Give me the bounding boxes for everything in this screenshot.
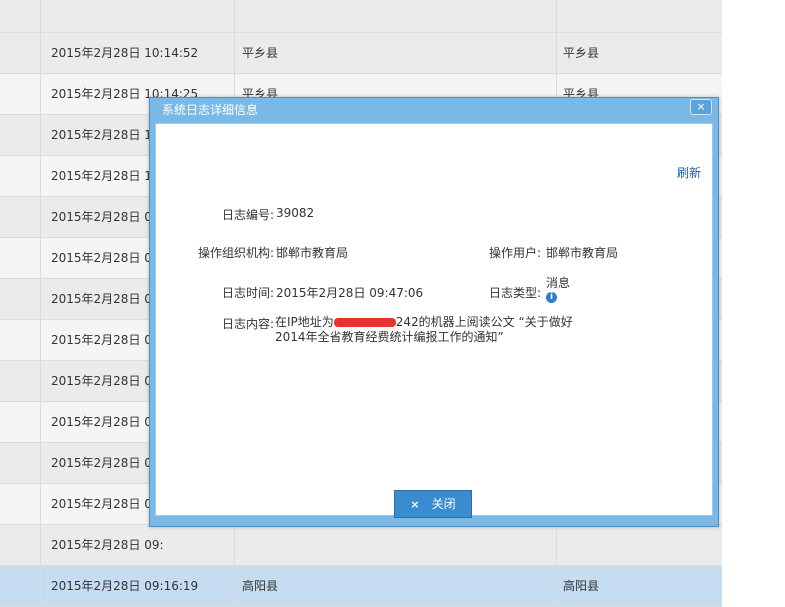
cell-time: 2015年2月28日 09:16:19	[40, 566, 234, 606]
close-button[interactable]: × 关闭	[394, 490, 472, 518]
dialog-titlebar[interactable]: 系统日志详细信息 ×	[150, 98, 718, 120]
cell-org: 平乡县	[234, 33, 556, 73]
dialog-title: 系统日志详细信息	[162, 103, 259, 117]
close-button-icon: ×	[410, 498, 420, 511]
table-row[interactable]: 2015年2月28日 09:	[0, 525, 722, 566]
log-time-value: 2015年2月28日 09:47:06	[276, 286, 424, 300]
redacted-ip	[333, 318, 396, 327]
org-value: 邯郸市教育局	[276, 246, 349, 260]
user-label: 操作用户:	[488, 246, 541, 260]
table-row[interactable]	[0, 0, 722, 33]
log-id-label: 日志编号:	[221, 208, 274, 222]
cell-time	[40, 0, 234, 32]
log-detail-dialog: 系统日志详细信息 × 刷新 日志编号: 39082 操作组织机构: 邯郸市教育局…	[149, 97, 719, 527]
log-id-value: 39082	[276, 206, 315, 220]
content-prefix: 在IP地址为	[275, 315, 334, 329]
cell-region: 平乡县	[556, 33, 722, 73]
table-row[interactable]: 2015年2月28日 09:16:19 高阳县 高阳县	[0, 566, 722, 607]
log-content-label: 日志内容:	[221, 317, 274, 331]
log-content-value: 在IP地址为 242的机器上阅读公文 “关于做好2014年全省教育经费统计编报工作…	[275, 315, 585, 345]
cell-org	[234, 0, 556, 32]
info-icon[interactable]: i	[546, 292, 557, 303]
org-label: 操作组织机构:	[197, 246, 274, 260]
user-value: 邯郸市教育局	[546, 246, 619, 260]
refresh-link[interactable]: 刷新	[677, 164, 701, 181]
close-icon[interactable]: ×	[690, 99, 712, 115]
cell-org	[234, 525, 556, 565]
cell-org: 高阳县	[234, 566, 556, 606]
dialog-body: 刷新 日志编号: 39082 操作组织机构: 邯郸市教育局 操作用户: 邯郸市教…	[155, 123, 713, 518]
cell-time: 2015年2月28日 10:14:52	[40, 33, 234, 73]
cell-time: 2015年2月28日 09:	[40, 525, 234, 565]
table-row[interactable]: 2015年2月28日 10:14:52 平乡县 平乡县	[0, 33, 722, 74]
cell-region: 高阳县	[556, 566, 722, 606]
log-time-label: 日志时间:	[221, 286, 274, 300]
cell-region	[556, 525, 722, 565]
page-margin	[722, 0, 785, 575]
cell-region	[556, 0, 722, 32]
close-button-label: 关闭	[431, 497, 456, 511]
log-type-value: 消息	[546, 276, 571, 290]
log-type-label: 日志类型:	[488, 286, 541, 300]
